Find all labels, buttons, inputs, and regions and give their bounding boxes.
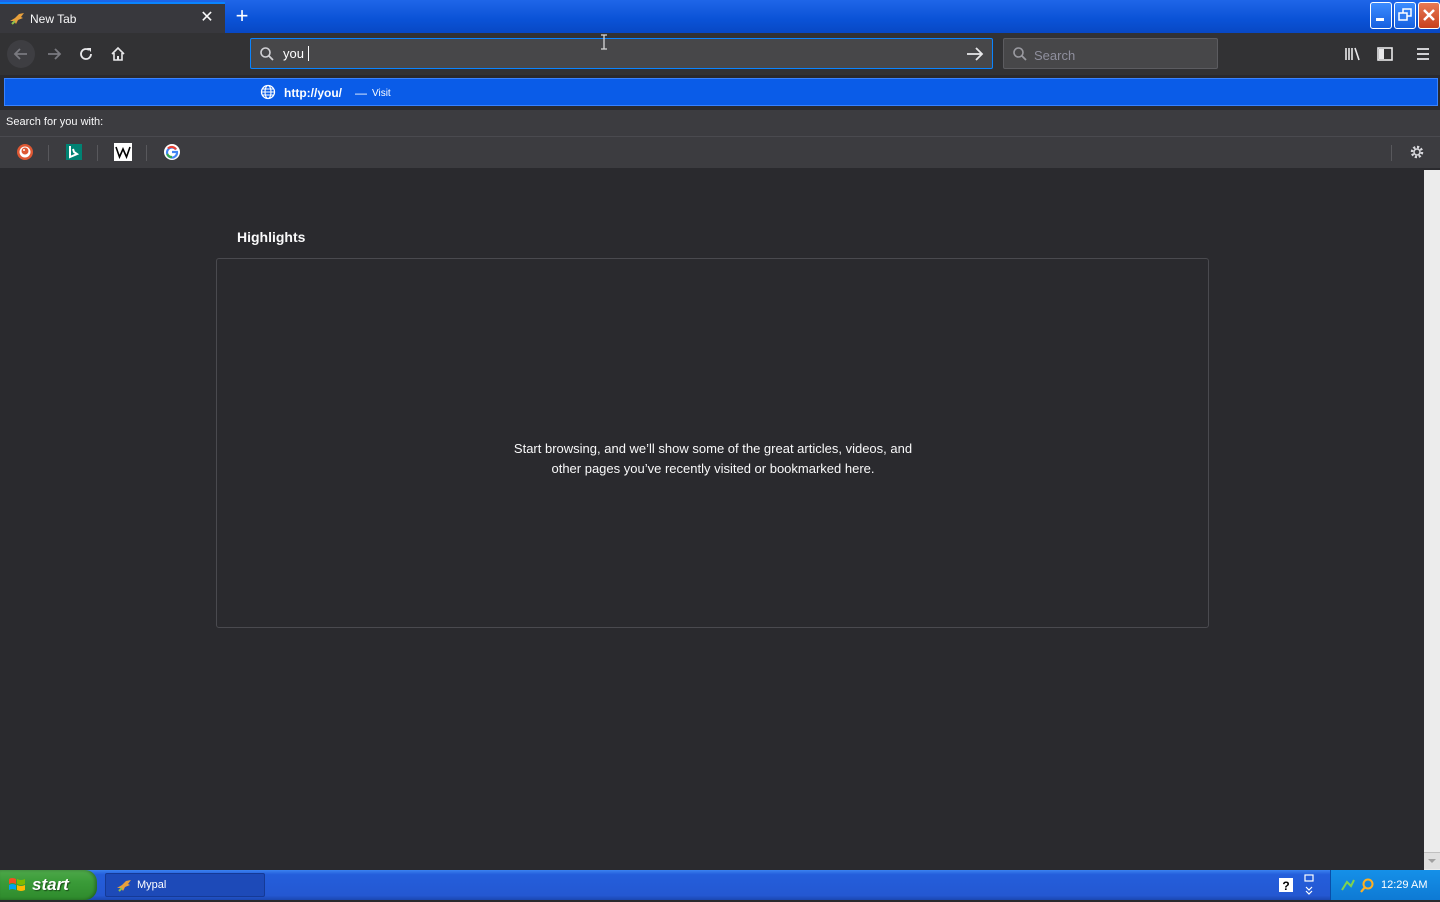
engine-separator: [97, 145, 98, 161]
suggestion-action: Visit: [372, 88, 391, 99]
menu-button[interactable]: [1410, 41, 1436, 67]
navigation-toolbar: you: [0, 33, 1440, 75]
library-icon: [1345, 47, 1360, 61]
search-with-header: Search for you with:: [0, 110, 1440, 136]
forward-button[interactable]: [41, 41, 67, 67]
gear-icon[interactable]: [1408, 143, 1426, 161]
engine-separator: [1391, 145, 1392, 161]
one-off-search-engines: [0, 136, 1440, 168]
restore-icon: [1398, 8, 1412, 21]
search-tray-icon[interactable]: [1359, 878, 1375, 899]
taskbar-window-label: Mypal: [137, 879, 167, 891]
engine-separator: [146, 145, 147, 161]
sidebar-button[interactable]: [1372, 41, 1398, 67]
globe-icon: [260, 84, 276, 105]
autocomplete-suggestion[interactable]: http://you/ — Visit: [4, 78, 1438, 106]
sidebar-icon: [1377, 47, 1393, 61]
help-icon[interactable]: ?: [1278, 877, 1294, 898]
help-symbol: ?: [1282, 879, 1289, 893]
suggestion-url: http://you/: [284, 86, 342, 100]
tray-expand-icon[interactable]: [1302, 873, 1316, 902]
minimize-button[interactable]: [1370, 2, 1392, 29]
network-icon[interactable]: [1341, 878, 1355, 897]
close-window-button[interactable]: [1418, 2, 1440, 29]
mypal-bird-icon: [9, 12, 25, 26]
search-with-label: Search for you with:: [6, 116, 104, 128]
close-icon: [1423, 9, 1435, 21]
minimize-icon: [1376, 18, 1384, 21]
search-input[interactable]: [1032, 44, 1216, 66]
search-bar[interactable]: [1003, 38, 1218, 69]
hamburger-menu-icon: [1417, 48, 1429, 60]
duckduckgo-icon[interactable]: [16, 143, 34, 161]
bing-icon[interactable]: [65, 143, 83, 161]
vertical-scrollbar[interactable]: [1424, 170, 1440, 870]
search-icon: [1012, 46, 1028, 67]
back-button[interactable]: [7, 40, 35, 68]
scroll-down-arrow-icon[interactable]: [1424, 852, 1440, 869]
tab-new-tab[interactable]: New Tab ✕: [0, 2, 225, 33]
highlights-heading: Highlights: [237, 229, 306, 245]
home-icon: [111, 46, 125, 61]
go-arrow-icon[interactable]: [963, 44, 987, 64]
home-button[interactable]: [105, 41, 131, 67]
system-tray: 12:29 AM: [1330, 870, 1440, 900]
google-icon[interactable]: [163, 143, 181, 161]
mypal-bird-icon: [116, 879, 132, 898]
windows-flag-icon: [7, 876, 27, 899]
start-label: start: [32, 875, 69, 894]
url-input-value[interactable]: you: [283, 46, 304, 61]
highlights-empty-state: Start browsing, and we’ll show some of t…: [216, 258, 1209, 628]
library-button[interactable]: [1340, 41, 1366, 67]
start-button[interactable]: start: [0, 870, 97, 900]
clock: 12:29 AM: [1381, 879, 1428, 891]
text-cursor-icon: [598, 33, 610, 56]
reload-button[interactable]: [73, 41, 99, 67]
new-tab-button[interactable]: +: [230, 4, 254, 28]
taskbar-window-mypal[interactable]: Mypal: [105, 873, 265, 897]
tab-title: New Tab: [30, 12, 77, 26]
restore-button[interactable]: [1394, 2, 1416, 29]
search-icon: [259, 46, 275, 67]
engine-separator: [48, 145, 49, 161]
empty-state-message: Start browsing, and we’ll show some of t…: [513, 441, 913, 476]
arrow-left-icon: [13, 48, 27, 60]
tab-close-icon[interactable]: ✕: [198, 9, 216, 27]
reload-icon: [80, 48, 92, 60]
suggestion-separator: —: [355, 86, 367, 100]
arrow-right-icon: [48, 48, 62, 60]
wikipedia-icon[interactable]: [114, 143, 132, 161]
text-caret: [308, 46, 309, 61]
url-bar[interactable]: you: [250, 38, 993, 69]
